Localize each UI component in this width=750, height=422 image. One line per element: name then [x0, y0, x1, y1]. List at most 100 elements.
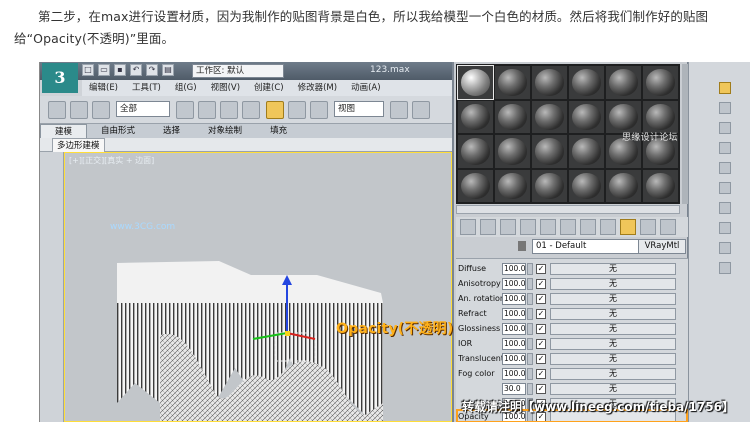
selection-filter-dropdown[interactable]: 全部 [116, 101, 170, 117]
menu-tools[interactable]: 工具(T) [125, 80, 168, 96]
map-enable-checkbox[interactable]: ✓ [536, 339, 546, 349]
sample-slot[interactable] [643, 169, 678, 202]
window-crossing-icon[interactable] [242, 101, 260, 119]
menu-edit[interactable]: 编辑(E) [82, 80, 125, 96]
sample-slot[interactable] [532, 135, 567, 168]
new-file-icon[interactable]: □ [82, 64, 94, 76]
sample-slot[interactable] [532, 169, 567, 202]
undo-icon[interactable]: ↶ [130, 64, 142, 76]
copy-material-icon[interactable] [540, 219, 556, 235]
spinner-icon[interactable] [527, 293, 533, 305]
select-object-icon[interactable] [176, 101, 194, 119]
open-file-icon[interactable]: ▭ [98, 64, 110, 76]
spinner-icon[interactable] [527, 278, 533, 290]
material-id-icon[interactable] [600, 219, 616, 235]
snap-toggle-icon[interactable] [412, 101, 430, 119]
sample-slot[interactable] [457, 65, 494, 100]
reference-coordinate-dropdown[interactable]: 视图 [334, 101, 384, 117]
map-enable-checkbox[interactable]: ✓ [536, 309, 546, 319]
show-map-in-viewport-icon[interactable] [620, 219, 636, 235]
menu-animation[interactable]: 动画(A) [344, 80, 387, 96]
tab-modeling[interactable]: 建模 [40, 124, 88, 138]
map-enable-checkbox[interactable]: ✓ [536, 354, 546, 364]
sample-slot[interactable] [532, 66, 567, 99]
max-logo-icon[interactable]: 3 [42, 63, 78, 93]
map-enable-checkbox[interactable]: ✓ [536, 384, 546, 394]
eyedropper-icon[interactable] [518, 241, 526, 251]
spinner-icon[interactable] [527, 353, 533, 365]
sample-slot[interactable] [643, 100, 678, 133]
command-panel-icon[interactable] [719, 182, 731, 194]
select-rotate-icon[interactable] [288, 101, 306, 119]
bind-spacewarp-icon[interactable] [92, 101, 110, 119]
sample-slot[interactable] [458, 135, 493, 168]
menu-group[interactable]: 组(G) [168, 80, 204, 96]
sample-slot[interactable] [569, 135, 604, 168]
rectangle-selection-icon[interactable] [220, 101, 238, 119]
sample-slot[interactable] [495, 66, 530, 99]
tab-freeform[interactable]: 自由形式 [87, 124, 149, 138]
command-panel-icon[interactable] [719, 262, 731, 274]
redo-icon[interactable]: ↷ [146, 64, 158, 76]
workspace-dropdown[interactable]: 工作区: 默认 [192, 64, 284, 78]
get-material-icon[interactable] [460, 219, 476, 235]
spinner-icon[interactable] [527, 263, 533, 275]
spinner-icon[interactable] [527, 368, 533, 380]
project-icon[interactable]: ▤ [162, 64, 174, 76]
sample-slot[interactable] [458, 169, 493, 202]
link-icon[interactable] [48, 101, 66, 119]
command-panel-icon[interactable] [719, 122, 731, 134]
command-panel-icon[interactable] [719, 222, 731, 234]
show-end-result-icon[interactable] [640, 219, 656, 235]
save-icon[interactable]: ▪ [114, 64, 126, 76]
sample-slot[interactable] [569, 100, 604, 133]
tab-populate[interactable]: 填充 [256, 124, 301, 138]
sample-slot[interactable] [532, 100, 567, 133]
select-by-name-icon[interactable] [198, 101, 216, 119]
sample-slot[interactable] [569, 66, 604, 99]
sample-slot[interactable] [495, 135, 530, 168]
sample-slot[interactable] [606, 169, 641, 202]
spinner-icon[interactable] [527, 338, 533, 350]
command-panel-icon[interactable] [719, 142, 731, 154]
tab-selection[interactable]: 选择 [149, 124, 194, 138]
make-unique-icon[interactable] [560, 219, 576, 235]
command-panel-icon[interactable] [719, 202, 731, 214]
command-panel-icon[interactable] [719, 162, 731, 174]
sample-slot[interactable] [495, 100, 530, 133]
unlink-icon[interactable] [70, 101, 88, 119]
put-to-scene-icon[interactable] [480, 219, 496, 235]
assign-material-icon[interactable] [500, 219, 516, 235]
sample-slot[interactable] [606, 66, 641, 99]
sample-slot[interactable] [495, 169, 530, 202]
watermark-left: www.3CG.com [110, 222, 176, 232]
sample-slot[interactable] [606, 100, 641, 133]
reset-map-icon[interactable] [520, 219, 536, 235]
command-panel-icon[interactable] [719, 82, 731, 94]
select-scale-icon[interactable] [310, 101, 328, 119]
material-type-button[interactable]: VRayMtl [638, 239, 686, 254]
spinner-icon[interactable] [527, 323, 533, 335]
spinner-icon[interactable] [527, 383, 533, 395]
spinner-icon[interactable] [527, 308, 533, 320]
sample-slot[interactable] [458, 100, 493, 133]
map-enable-checkbox[interactable]: ✓ [536, 279, 546, 289]
command-panel-icon[interactable] [719, 242, 731, 254]
map-enable-checkbox[interactable]: ✓ [536, 294, 546, 304]
sample-slot[interactable] [569, 169, 604, 202]
map-enable-checkbox[interactable]: ✓ [536, 369, 546, 379]
map-enable-checkbox[interactable]: ✓ [536, 264, 546, 274]
tab-object-paint[interactable]: 对象绘制 [194, 124, 256, 138]
select-move-icon[interactable] [266, 101, 284, 119]
pivot-center-icon[interactable] [390, 101, 408, 119]
put-to-library-icon[interactable] [580, 219, 596, 235]
go-to-parent-icon[interactable] [660, 219, 676, 235]
map-enable-checkbox[interactable]: ✓ [536, 324, 546, 334]
menu-create[interactable]: 创建(C) [247, 80, 291, 96]
command-panel-icon[interactable] [719, 102, 731, 114]
viewport-orthographic[interactable]: [+][正交][真实 + 边面] [64, 152, 452, 422]
sample-slot[interactable] [643, 66, 678, 99]
menu-modifiers[interactable]: 修改器(M) [291, 80, 344, 96]
menu-views[interactable]: 视图(V) [204, 80, 247, 96]
sample-scrollbar[interactable] [456, 205, 680, 214]
